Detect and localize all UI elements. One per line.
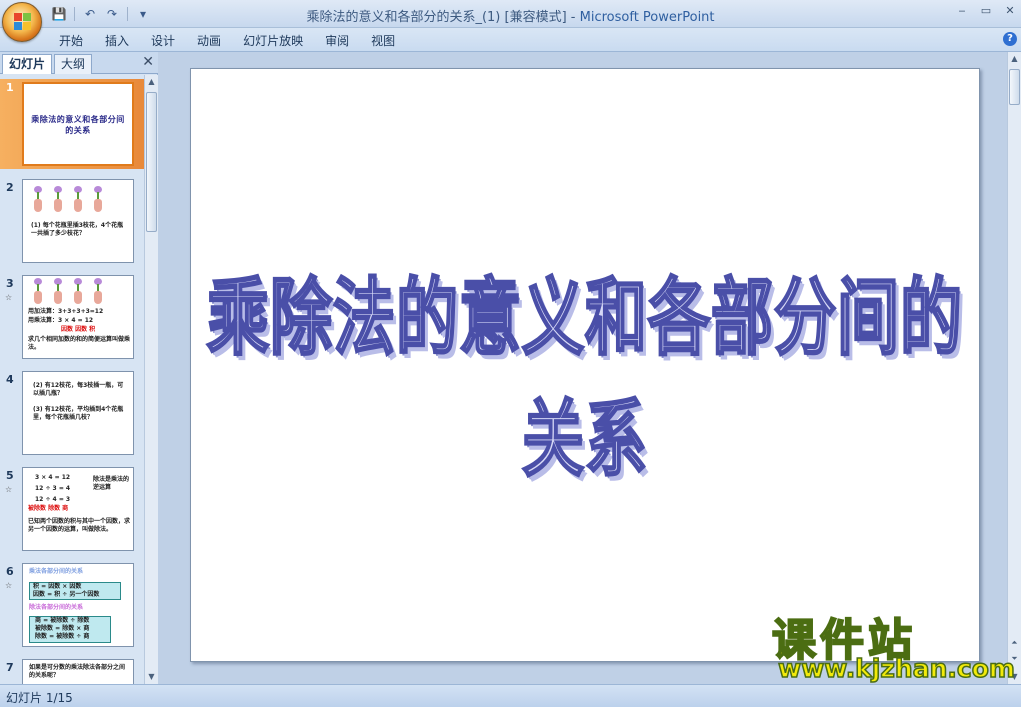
thumbnail-line: 除法是乘法的逆运算 xyxy=(93,476,130,491)
thumbnail-line: 3 × 4 = 12 xyxy=(35,474,71,481)
tab-review[interactable]: 审阅 xyxy=(314,32,360,50)
restore-button[interactable]: ▭ xyxy=(979,4,993,17)
scroll-thumb[interactable] xyxy=(146,92,157,232)
slide-number: 3 xyxy=(6,277,14,290)
flower-vases-image xyxy=(33,278,103,304)
editor-scrollbar[interactable]: ▲ ⏶ ⏷ ▼ xyxy=(1007,52,1021,684)
slide-number: 7 xyxy=(6,661,14,674)
thumbnail-line: 除数 = 被除数 ÷ 商 xyxy=(35,633,90,640)
slide-preview: (1) 每个花瓶里插3枝花，4个花瓶一共插了多少枝花？ xyxy=(22,179,134,263)
thumbnail-line: 乘法各部分间的关系 xyxy=(29,568,84,575)
flower-vases-image xyxy=(33,186,103,212)
slide-thumbnail-6[interactable]: 6 ☆ 乘法各部分间的关系 积 = 因数 × 因数 因数 = 积 ÷ 另一个因数… xyxy=(0,563,144,649)
tab-insert[interactable]: 插入 xyxy=(94,32,140,50)
thumbnail-line: 被除数 = 除数 × 商 xyxy=(35,625,90,632)
window-title: 乘除法的意义和各部分的关系_(1) [兼容模式] - Microsoft Pow… xyxy=(0,6,1021,25)
slide-preview: 用加法算：3+3+3+3=12 用乘法算：3 × 4 = 12 因数 因数 积 … xyxy=(22,275,134,359)
thumbnail-line: 12 ÷ 3 = 4 xyxy=(35,485,71,492)
thumbnail-line: 积 = 因数 × 因数 xyxy=(33,583,82,590)
thumbnail-line: 因数 因数 积 xyxy=(61,326,96,333)
thumbnail-line: (2) 有12枝花，每3枝插一瓶，可以插几瓶？ xyxy=(33,382,124,397)
watermark-url: www.kjzhan.com xyxy=(777,653,1015,684)
slides-pane: 幻灯片 大纲 ✕ 1 乘除法的意义和各部分间的关系 2 (1) 每个花瓶里插3枝… xyxy=(0,52,158,684)
pane-tabs: 幻灯片 大纲 ✕ xyxy=(0,52,158,74)
slide-number: 2 xyxy=(6,181,14,194)
slide-canvas[interactable]: 乘除法的意义和各部分间的关系 xyxy=(190,68,980,662)
thumbnail-line: 用加法算：3+3+3+3=12 xyxy=(28,308,104,315)
slide-title[interactable]: 乘除法的意义和各部分间的关系 xyxy=(191,250,979,493)
slide-thumbnail-5[interactable]: 5 ☆ 3 × 4 = 12 12 ÷ 3 = 4 12 ÷ 4 = 3 被除数… xyxy=(0,467,144,553)
slide-thumbnail-1[interactable]: 1 乘除法的意义和各部分间的关系 xyxy=(0,79,144,169)
app-name: Microsoft PowerPoint xyxy=(579,10,715,25)
thumbnail-line: 12 ÷ 4 = 3 xyxy=(35,496,71,503)
tab-design[interactable]: 设计 xyxy=(140,32,186,50)
slide-preview: 乘除法的意义和各部分间的关系 xyxy=(22,82,134,166)
slide-counter: 幻灯片 1/15 xyxy=(6,691,73,705)
help-icon[interactable]: ? xyxy=(1003,32,1017,46)
thumbnail-scrollbar[interactable]: ▲ ▼ xyxy=(144,75,158,684)
window-controls: ‒ ▭ ✕ xyxy=(955,4,1017,17)
minimize-button[interactable]: ‒ xyxy=(955,4,969,17)
slide-thumbnail-2[interactable]: 2 (1) 每个花瓶里插3枝花，4个花瓶一共插了多少枝花？ xyxy=(0,179,144,265)
slide-preview: 乘法各部分间的关系 积 = 因数 × 因数 因数 = 积 ÷ 另一个因数 除法各… xyxy=(22,563,134,647)
slide-number: 5 xyxy=(6,469,14,482)
animation-icon: ☆ xyxy=(5,293,13,302)
office-button[interactable] xyxy=(2,2,42,42)
scroll-up-icon[interactable]: ▲ xyxy=(145,75,158,89)
tab-outline[interactable]: 大纲 xyxy=(54,54,93,74)
tab-slideshow[interactable]: 幻灯片放映 xyxy=(232,32,314,50)
slide-preview: 3 × 4 = 12 12 ÷ 3 = 4 12 ÷ 4 = 3 被除数 除数 … xyxy=(22,467,134,551)
watermark-logo: 课件站 www.kjzhan.com xyxy=(764,600,1016,690)
close-button[interactable]: ✕ xyxy=(1003,4,1017,17)
ribbon-tabs: 开始 插入 设计 动画 幻灯片放映 审阅 视图 xyxy=(48,32,406,50)
slide-number: 1 xyxy=(6,81,14,94)
office-logo-icon xyxy=(14,13,32,31)
thumbnail-text: (1) 每个花瓶里插3枝花，4个花瓶一共插了多少枝花？ xyxy=(31,222,124,237)
slide-preview: 如果是可分数的乘法除法各部分之间的关系呢？ xyxy=(22,659,134,684)
scroll-up-icon[interactable]: ▲ xyxy=(1008,52,1021,66)
thumbnail-line: 被除数 除数 商 xyxy=(28,505,69,512)
slide-thumbnail-7[interactable]: 7 如果是可分数的乘法除法各部分之间的关系呢？ xyxy=(0,659,144,684)
title-bar: 💾 ↶ ↷ ▾ 乘除法的意义和各部分的关系_(1) [兼容模式] - Micro… xyxy=(0,0,1021,28)
thumbnail-line: 除法各部分间的关系 xyxy=(29,604,84,611)
tab-home[interactable]: 开始 xyxy=(48,32,94,50)
thumbnail-line: (3) 有12枝花，平均插到4个花瓶里，每个花瓶插几枝？ xyxy=(33,406,124,421)
thumbnail-line: 因数 = 积 ÷ 另一个因数 xyxy=(33,591,100,598)
slide-number: 6 xyxy=(6,565,14,578)
tab-slides[interactable]: 幻灯片 xyxy=(2,54,53,74)
slide-preview: (2) 有12枝花，每3枝插一瓶，可以插几瓶？ (3) 有12枝花，平均插到4个… xyxy=(22,371,134,455)
animation-icon: ☆ xyxy=(5,581,13,590)
animation-icon: ☆ xyxy=(5,485,13,494)
thumbnail-line: 已知两个因数的积与其中一个因数，求另一个因数的运算，叫做除法。 xyxy=(28,518,131,533)
thumbnail-text: 如果是可分数的乘法除法各部分之间的关系呢？ xyxy=(29,664,126,679)
title-separator: - xyxy=(566,10,580,25)
thumbnail-list: 1 乘除法的意义和各部分间的关系 2 (1) 每个花瓶里插3枝花，4个花瓶一共插… xyxy=(0,75,144,684)
close-pane-icon[interactable]: ✕ xyxy=(142,54,154,70)
tab-animations[interactable]: 动画 xyxy=(186,32,232,50)
ribbon: 开始 插入 设计 动画 幻灯片放映 审阅 视图 ? xyxy=(0,28,1021,52)
scroll-thumb[interactable] xyxy=(1009,69,1020,105)
scroll-down-icon[interactable]: ▼ xyxy=(145,670,158,684)
thumbnail-title: 乘除法的意义和各部分间的关系 xyxy=(31,115,125,135)
tab-view[interactable]: 视图 xyxy=(360,32,406,50)
document-title: 乘除法的意义和各部分的关系_(1) [兼容模式] xyxy=(306,10,567,25)
slide-number: 4 xyxy=(6,373,14,386)
thumbnail-line: 商 = 被除数 ÷ 除数 xyxy=(35,617,90,624)
thumbnail-line: 用乘法算：3 × 4 = 12 xyxy=(28,317,94,324)
previous-slide-icon[interactable]: ⏶ xyxy=(1008,636,1021,650)
slide-thumbnail-4[interactable]: 4 (2) 有12枝花，每3枝插一瓶，可以插几瓶？ (3) 有12枝花，平均插到… xyxy=(0,371,144,457)
slide-thumbnail-3[interactable]: 3 ☆ 用加法算：3+3+3+3=12 用乘法算：3 × 4 = 12 因数 因… xyxy=(0,275,144,361)
thumbnail-line: 求几个相同加数的和的简便运算叫做乘法。 xyxy=(28,336,131,351)
